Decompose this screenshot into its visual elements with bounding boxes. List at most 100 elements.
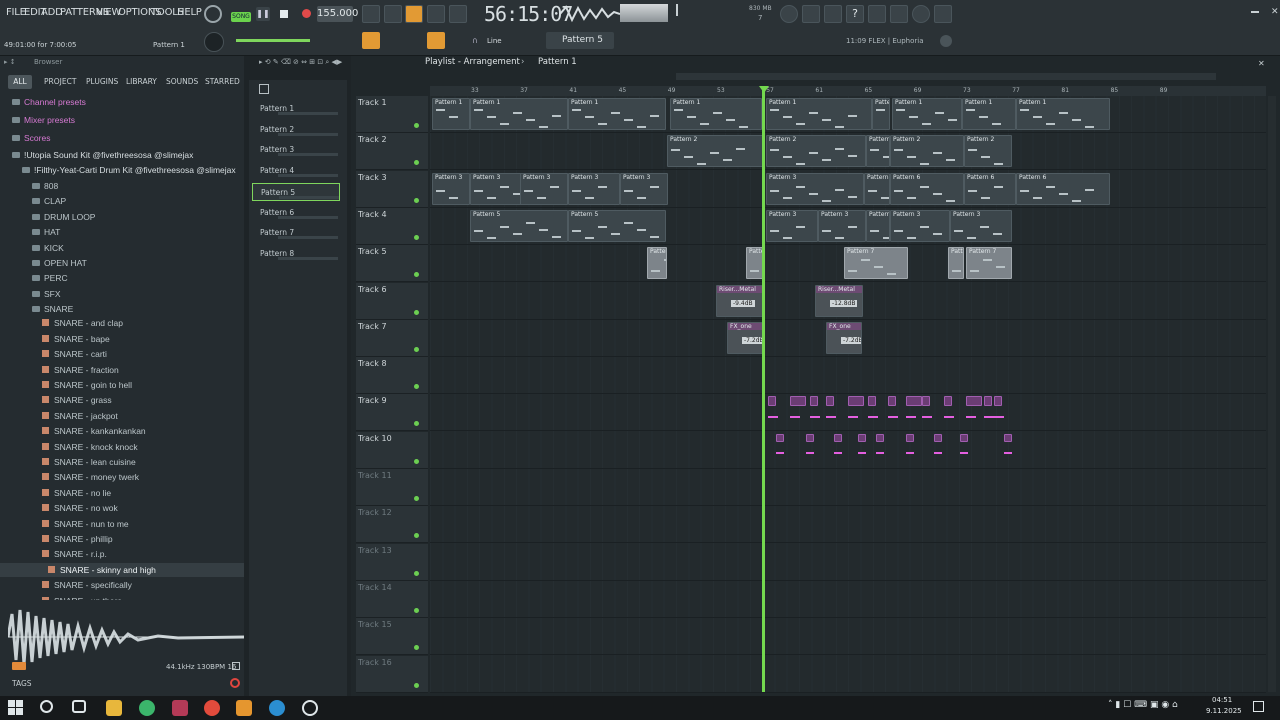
- close-window-icon[interactable]: ✕: [1271, 7, 1279, 17]
- browser-row[interactable]: SNARE - up there: [0, 594, 244, 600]
- track-header[interactable]: Track 3: [356, 170, 428, 208]
- audio-clip[interactable]: FX_one -7.2dB: [727, 321, 763, 354]
- chrome-icon[interactable]: [204, 700, 220, 716]
- track-header[interactable]: Track 13: [356, 543, 428, 581]
- pattern-clip[interactable]: Pattern 7: [948, 247, 964, 280]
- tab-library[interactable]: LIBRARY: [126, 77, 157, 86]
- link-icon[interactable]: [427, 32, 445, 49]
- maps-app-icon[interactable]: [139, 700, 155, 716]
- browser-row[interactable]: Channel presets: [0, 95, 244, 109]
- playlist-menu-icon[interactable]: [362, 32, 380, 49]
- track-header[interactable]: Track 15: [356, 618, 428, 656]
- tab-starred[interactable]: STARRED: [205, 77, 240, 86]
- main-pitch-slider[interactable]: [236, 39, 310, 42]
- automation-clip[interactable]: [776, 433, 784, 442]
- record-icon[interactable]: [302, 9, 311, 18]
- track-mute-led-icon[interactable]: [414, 309, 419, 315]
- piano-roll-icon[interactable]: [646, 32, 664, 49]
- track-header[interactable]: Track 4: [356, 207, 428, 245]
- file-explorer-icon[interactable]: [106, 700, 122, 716]
- pattern-clip[interactable]: Pattern 1: [1016, 98, 1110, 130]
- browser-row[interactable]: SNARE - goin to hell: [0, 378, 244, 392]
- track-header[interactable]: Track 8: [356, 357, 428, 395]
- pattern-clip[interactable]: Pattern 7: [647, 247, 667, 280]
- pattern-clip[interactable]: Pattern 3: [520, 172, 568, 205]
- pattern-item[interactable]: Pattern 1: [252, 100, 342, 118]
- tray-icons[interactable]: ˄ ▮ ☐ ⌨ ▣ ◉ ⌂: [1108, 700, 1178, 710]
- magnet-icon[interactable]: ∩: [472, 36, 480, 45]
- steam-icon[interactable]: [269, 700, 285, 716]
- track-header[interactable]: Track 10: [356, 431, 428, 469]
- pattern-clip[interactable]: Pattern 7: [844, 247, 908, 280]
- track-mute-led-icon[interactable]: [414, 346, 419, 352]
- track-mute-led-icon[interactable]: [414, 645, 419, 651]
- pencil-icon[interactable]: [405, 32, 423, 49]
- track-mute-led-icon[interactable]: [414, 123, 419, 128]
- browser-row[interactable]: !Utopia Sound Kit @fivethreesosa @slimej…: [0, 148, 244, 162]
- browser-row[interactable]: !Filthy-Yeat-Carti Drum Kit @fivethreeso…: [0, 163, 244, 177]
- tempo-display[interactable]: 155.000: [317, 6, 358, 22]
- track-mute-led-icon[interactable]: [414, 458, 419, 464]
- wait-input-icon[interactable]: [384, 5, 402, 23]
- track-header[interactable]: Track 9: [356, 394, 428, 432]
- track-mute-led-icon[interactable]: [414, 197, 419, 203]
- browser-row[interactable]: SNARE - knock knock: [0, 440, 244, 454]
- pattern-clip[interactable]: Pattern 1: [470, 98, 568, 130]
- pattern-clip[interactable]: Pattern 3: [568, 172, 620, 205]
- browser-row[interactable]: SNARE: [0, 302, 244, 316]
- touch-controller-icon[interactable]: [800, 32, 818, 49]
- pattern-clip[interactable]: Pattern 1: [962, 98, 1016, 130]
- pattern-clip[interactable]: Pattern 3: [818, 209, 866, 242]
- menu-help[interactable]: HELP: [177, 7, 202, 18]
- browser-row[interactable]: HAT: [0, 225, 244, 239]
- browser-row[interactable]: SNARE - and clap: [0, 316, 244, 330]
- chat-icon[interactable]: [912, 5, 930, 23]
- pattern-clip[interactable]: Pattern 5: [568, 209, 666, 242]
- metronome-icon[interactable]: [362, 5, 380, 23]
- automation-clip[interactable]: [858, 433, 866, 442]
- notification-icon[interactable]: [1253, 701, 1264, 712]
- download-icon[interactable]: [934, 5, 952, 23]
- tempo-tapper-icon[interactable]: [822, 32, 840, 49]
- automation-clip[interactable]: [906, 396, 922, 407]
- save-icon[interactable]: [868, 5, 886, 23]
- pattern-selector[interactable]: Pattern 5: [546, 32, 614, 49]
- pattern-clip[interactable]: Pattern 1: [670, 98, 762, 130]
- mixer-view-icon[interactable]: [690, 32, 708, 49]
- countdown-icon[interactable]: [405, 5, 423, 23]
- track-header[interactable]: Track 2: [356, 133, 428, 171]
- pattern-clip[interactable]: Pattern 3: [866, 209, 890, 242]
- automation-clip[interactable]: [790, 396, 806, 407]
- playlist-icon[interactable]: [624, 32, 642, 49]
- browser-row[interactable]: KICK: [0, 241, 244, 255]
- browser-row[interactable]: SNARE - fraction: [0, 363, 244, 377]
- automation-clip[interactable]: [906, 433, 914, 442]
- pattern-item[interactable]: Pattern 8: [252, 245, 342, 263]
- pattern-clip[interactable]: Pattern 6: [864, 172, 890, 205]
- loop-record-icon[interactable]: [449, 5, 467, 23]
- track-header[interactable]: Track 1: [356, 96, 428, 133]
- tab-all[interactable]: ALL: [8, 75, 32, 89]
- track-header[interactable]: Track 11: [356, 469, 428, 506]
- pattern-clip[interactable]: Pattern 7: [966, 247, 1012, 280]
- scripting-icon[interactable]: [778, 32, 796, 49]
- snap-selector[interactable]: Line: [487, 37, 502, 45]
- browser-row[interactable]: SNARE - grass: [0, 393, 244, 407]
- browser-row[interactable]: SNARE - skinny and high: [0, 562, 244, 577]
- track-mute-led-icon[interactable]: [414, 421, 419, 427]
- stamp-icon[interactable]: [449, 32, 467, 49]
- automation-clip[interactable]: [826, 396, 834, 407]
- pattern-clip[interactable]: Pattern 2: [667, 135, 763, 168]
- automation-clip[interactable]: [876, 433, 884, 442]
- pattern-clip[interactable]: Pattern 3: [950, 209, 1012, 242]
- track-mute-led-icon[interactable]: [414, 234, 419, 240]
- help-icon[interactable]: ?: [846, 5, 864, 23]
- piano-keys-icon[interactable]: [259, 84, 269, 94]
- playlist-close-icon[interactable]: ✕: [1258, 59, 1265, 68]
- track-header[interactable]: Track 16: [356, 655, 428, 693]
- browser-view-icon[interactable]: [712, 32, 730, 49]
- browser-row[interactable]: SNARE - no wok: [0, 501, 244, 515]
- browser-row[interactable]: SNARE - carti: [0, 347, 244, 361]
- automation-clip[interactable]: [984, 396, 992, 407]
- pattern-clip[interactable]: Pattern 6: [964, 172, 1016, 205]
